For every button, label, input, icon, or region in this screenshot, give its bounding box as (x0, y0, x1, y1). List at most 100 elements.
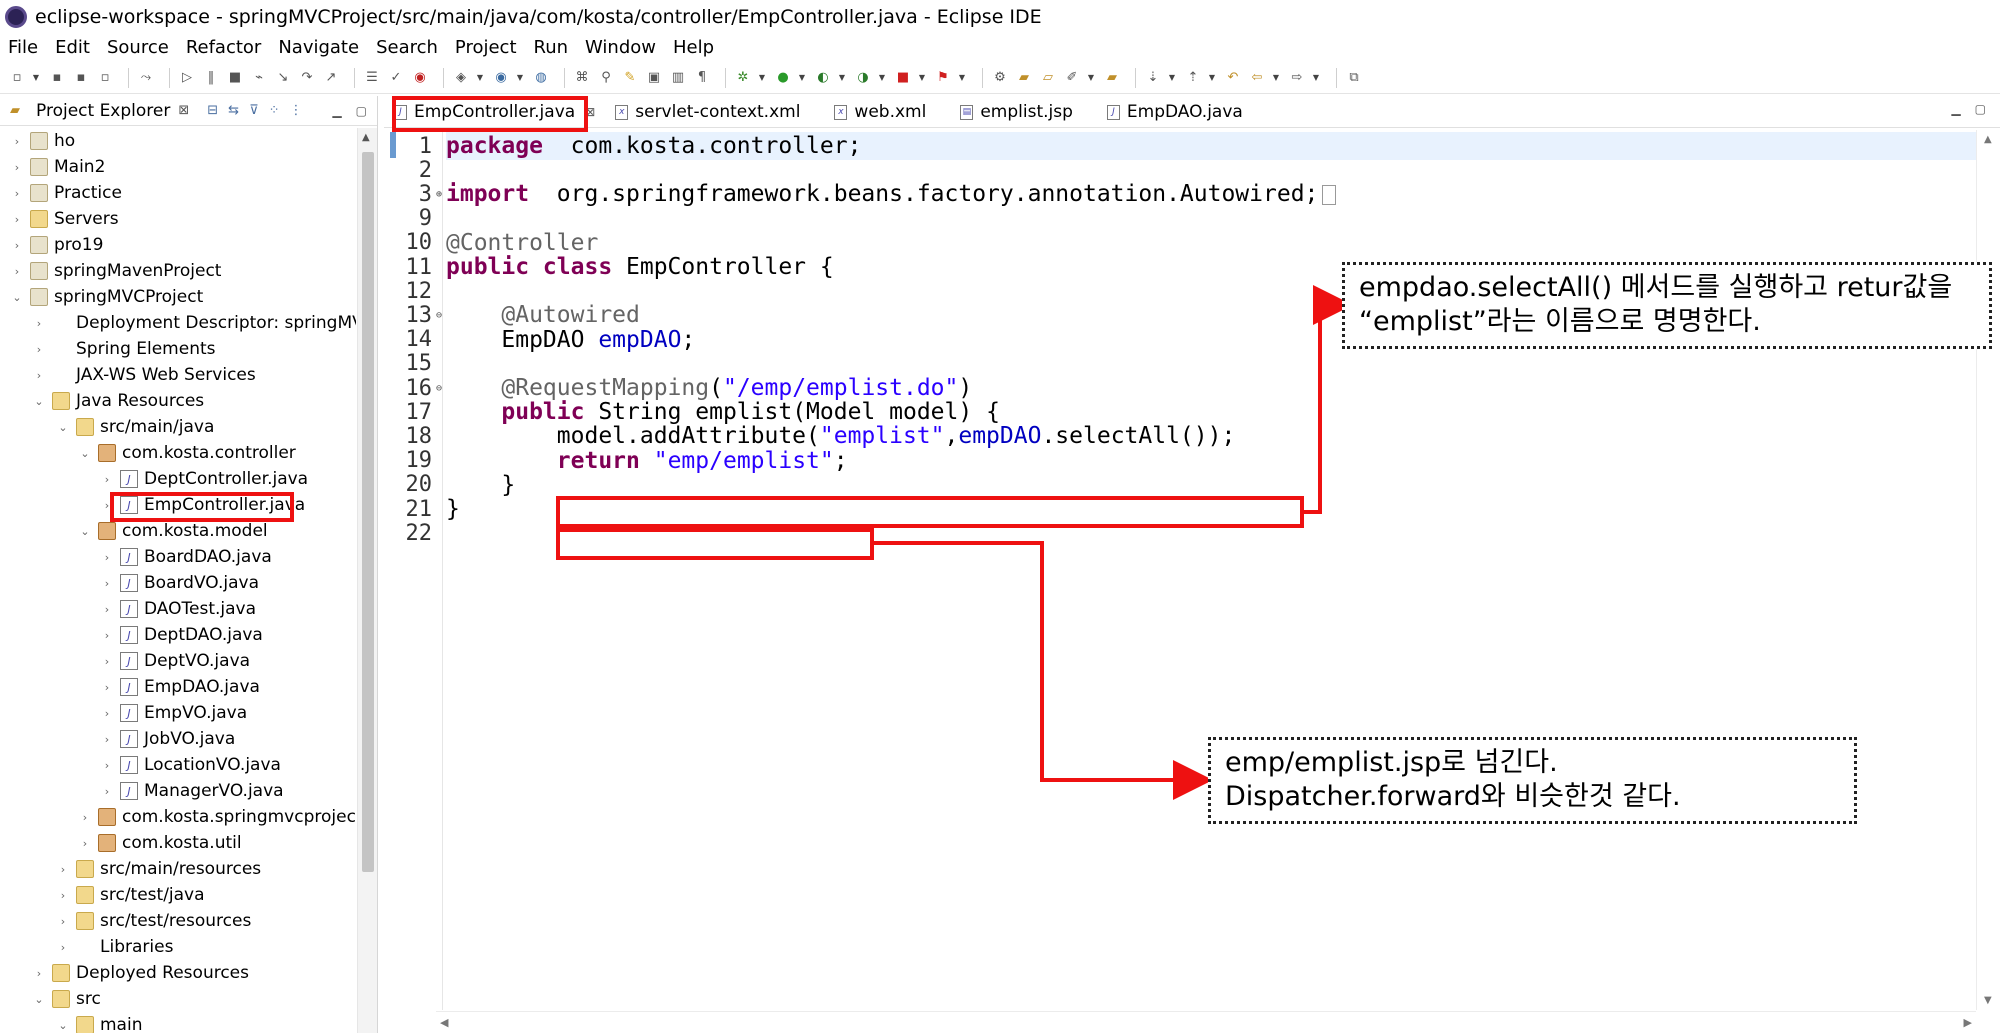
whitespace-icon[interactable]: ¶ (693, 69, 711, 87)
expand-icon[interactable]: › (78, 837, 92, 850)
tree-item[interactable]: › com.kosta.springmvcproject (78, 804, 356, 830)
tree-item[interactable]: ⌄ com.kosta.controller (78, 440, 295, 466)
expand-icon[interactable]: › (100, 577, 114, 590)
highlight-icon[interactable]: ✎ (621, 69, 639, 87)
toggle-mark-icon[interactable]: ▣ (645, 69, 663, 87)
tree-item[interactable]: › src/main/resources (56, 856, 261, 882)
back-icon[interactable]: ⇦ (1248, 69, 1266, 87)
expand-icon[interactable]: › (100, 681, 114, 694)
save-all-icon[interactable]: ▪ (72, 69, 90, 87)
expand-icon[interactable]: › (56, 915, 70, 928)
skip-breakpoints-icon[interactable]: ⤳ (137, 69, 155, 87)
expand-icon[interactable]: › (100, 759, 114, 772)
expand-icon[interactable]: › (100, 655, 114, 668)
tree-item[interactable]: › pro19 (10, 232, 104, 258)
tree-item[interactable]: › ho (10, 128, 75, 154)
expand-icon[interactable]: › (10, 161, 24, 174)
scroll-up-icon[interactable]: ▲ (362, 132, 370, 143)
block-selection-icon[interactable]: ▥ (669, 69, 687, 87)
stop-icon[interactable]: ■ (894, 69, 912, 87)
tab-emplist-jsp[interactable]: ▤ emplist.jsp (950, 97, 1083, 127)
expand-icon[interactable]: › (32, 317, 46, 330)
flag-dropdown-icon[interactable]: ▼ (958, 69, 966, 87)
filter-icon[interactable]: ⊽ (249, 103, 259, 118)
step-over-icon[interactable]: ↷ (298, 69, 316, 87)
open-perspective-icon[interactable]: ⧉ (1345, 69, 1363, 87)
scroll-right-icon[interactable]: ▶ (1964, 1016, 1972, 1029)
tree-item[interactable]: › J BoardVO.java (100, 570, 259, 596)
expand-icon[interactable]: › (100, 707, 114, 720)
tree-item[interactable]: › Spring Elements (32, 336, 216, 362)
prev-annotation-dropdown-icon[interactable]: ▼ (1208, 69, 1216, 87)
open-folder-icon[interactable]: ▰ (1015, 69, 1033, 87)
pin-icon[interactable]: ✐ (1063, 69, 1081, 87)
tree-item[interactable]: › J DeptController.java (100, 466, 308, 492)
expand-icon[interactable]: › (10, 213, 24, 226)
tree-item[interactable]: › J JobVO.java (100, 726, 235, 752)
scroll-up-icon[interactable]: ▲ (1984, 134, 1992, 145)
next-annotation-icon[interactable]: ⇣ (1144, 69, 1162, 87)
tree-item[interactable]: › J EmpDAO.java (100, 674, 260, 700)
maximize-icon[interactable]: ▢ (1975, 102, 1986, 116)
flag-icon[interactable]: ⚑ (934, 69, 952, 87)
scroll-left-icon[interactable]: ◀ (440, 1016, 448, 1029)
fold-toggle-icon[interactable]: ⊕ (432, 189, 446, 200)
tab-web-xml[interactable]: x web.xml (824, 97, 936, 127)
step-into-icon[interactable]: ↘ (274, 69, 292, 87)
tree-item[interactable]: › Servers (10, 206, 119, 232)
server-start-icon[interactable]: ◉ (411, 69, 429, 87)
next-annotation-dropdown-icon[interactable]: ▼ (1168, 69, 1176, 87)
coverage-dropdown-icon[interactable]: ▼ (838, 69, 846, 87)
tree-item[interactable]: › J ManagerVO.java (100, 778, 284, 804)
last-edit-icon[interactable]: ↶ (1224, 69, 1242, 87)
tree-item[interactable]: ⌄ springMVCProject (10, 284, 203, 310)
tree-item[interactable]: › src/test/resources (56, 908, 252, 934)
expand-icon[interactable]: › (10, 265, 24, 278)
menu-project[interactable]: Project (455, 37, 517, 58)
new-class-dropdown-icon[interactable]: ▼ (516, 69, 524, 87)
fold-toggle-icon[interactable]: ⊖ (432, 310, 446, 321)
external-tools-icon[interactable]: ◑ (854, 69, 872, 87)
menu-file[interactable]: File (8, 37, 38, 58)
tab-servlet-context-xml[interactable]: x servlet-context.xml (605, 97, 810, 127)
close-icon[interactable]: ⊠ (178, 103, 189, 118)
expand-icon[interactable]: › (78, 811, 92, 824)
open-file-icon[interactable]: ▱ (1039, 69, 1057, 87)
collapse-icon[interactable]: ⌄ (32, 993, 46, 1006)
open-type-icon[interactable]: ⌘ (573, 69, 591, 87)
new-java-project-dropdown-icon[interactable]: ▼ (476, 69, 484, 87)
tree-item[interactable]: ⌄ src (32, 986, 100, 1012)
menu-navigate[interactable]: Navigate (278, 37, 359, 58)
project-explorer-scrollbar[interactable]: ▲ (357, 128, 377, 1033)
tree-item[interactable]: › J EmpVO.java (100, 700, 247, 726)
expand-icon[interactable]: › (100, 551, 114, 564)
suspend-icon[interactable]: ‖ (202, 69, 220, 87)
menu-window[interactable]: Window (585, 37, 656, 58)
print-icon[interactable]: ▫ (96, 69, 114, 87)
pin-dropdown-icon[interactable]: ▼ (1087, 69, 1095, 87)
terminate-icon[interactable]: ■ (226, 69, 244, 87)
folder-icon[interactable]: ▰ (1103, 69, 1121, 87)
menu-refactor[interactable]: Refactor (186, 37, 262, 58)
tree-item[interactable]: › J BoardDAO.java (100, 544, 272, 570)
focus-icon[interactable]: ⁘ (269, 103, 280, 118)
expand-icon[interactable]: › (100, 733, 114, 746)
open-task-icon[interactable]: ☰ (363, 69, 381, 87)
expand-icon[interactable]: › (56, 863, 70, 876)
tree-item[interactable]: › src/test/java (56, 882, 205, 908)
expand-icon[interactable]: › (100, 473, 114, 486)
expand-icon[interactable]: › (10, 239, 24, 252)
forward-icon[interactable]: ⇨ (1288, 69, 1306, 87)
tab-empdao-java[interactable]: J EmpDAO.java (1097, 97, 1253, 127)
collapse-all-icon[interactable]: ⊟ (207, 103, 218, 118)
tab-empcontroller-java[interactable]: J EmpController.java ⊠ (384, 97, 605, 127)
tree-item[interactable]: › J EmpController.java (100, 492, 305, 518)
tree-item[interactable]: › JAX-WS Web Services (32, 362, 256, 388)
tree-item[interactable]: ⌄ Java Resources (32, 388, 204, 414)
new-icon[interactable]: ▫ (8, 69, 26, 87)
expand-icon[interactable]: › (10, 135, 24, 148)
menu-source[interactable]: Source (107, 37, 169, 58)
forward-dropdown-icon[interactable]: ▼ (1312, 69, 1320, 87)
servers-icon[interactable]: ⚙ (991, 69, 1009, 87)
expand-icon[interactable]: › (10, 187, 24, 200)
